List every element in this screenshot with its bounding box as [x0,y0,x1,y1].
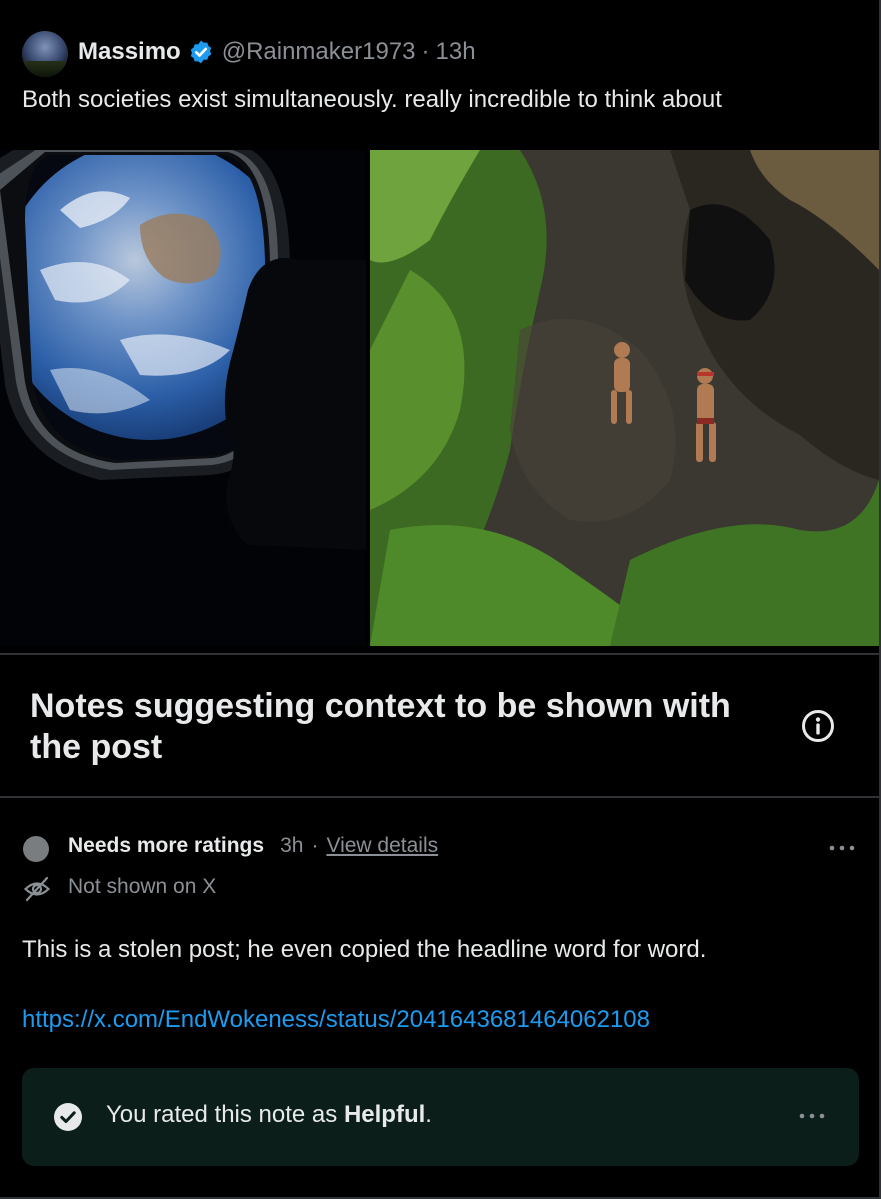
jungle-tribe-photo [370,150,879,646]
rating-value: Helpful [343,1101,426,1128]
more-options-icon[interactable] [796,1106,828,1126]
divider [0,796,881,798]
note-status: Needs more ratings [68,834,265,857]
rating-suffix: . [425,1101,432,1128]
check-circle-icon [54,1103,82,1131]
verified-badge-icon [190,40,211,64]
note-source-link[interactable]: https://x.com/EndWokeness/status/2041643… [22,1006,650,1034]
notes-section-title: Notes suggesting context to be shown wit… [30,687,731,766]
eye-slash-icon [23,876,51,902]
post-timestamp[interactable]: 13h [436,38,476,66]
meta-separator: · [421,38,430,65]
post-image-tribe[interactable] [370,150,879,646]
rating-message: You rated this note as Helpful. [106,1101,432,1129]
author-handle[interactable]: @Rainmaker1973 [222,38,416,66]
note-meta: Needs more ratings 3h · View details [68,834,438,858]
post-text: Both societies exist simultaneously. rea… [22,86,722,113]
more-options-icon[interactable] [826,838,858,858]
view-details-link[interactable]: View details [326,834,438,858]
page-frame: Massimo @Rainmaker1973 · 13h Both societ… [0,0,881,1199]
author-name[interactable]: Massimo [78,38,181,66]
note-meta-separator: · [311,834,319,857]
note-status-indicator [23,836,49,862]
earth-window-photo [0,150,366,646]
avatar[interactable] [22,31,68,77]
post-meta: Massimo @Rainmaker1973 · 13h [78,38,476,66]
rating-banner: You rated this note as Helpful. [22,1068,859,1166]
divider [0,653,881,655]
note-timestamp: 3h [280,834,304,857]
note-visibility: Not shown on X [68,875,217,898]
note-text: This is a stolen post; he even copied th… [22,936,707,963]
rating-prefix: You rated this note as [106,1101,344,1128]
info-icon[interactable] [801,709,835,743]
post-image-earth[interactable] [0,150,366,646]
